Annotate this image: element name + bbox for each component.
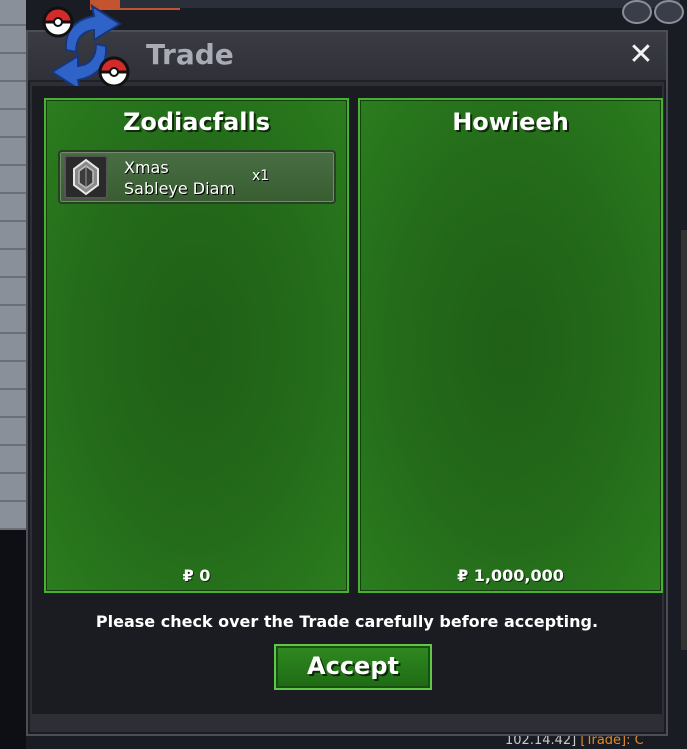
background-hud-button[interactable] bbox=[622, 0, 652, 24]
background-hud-close-button[interactable] bbox=[654, 0, 684, 24]
window-title: Trade bbox=[146, 38, 234, 71]
accept-button[interactable]: Accept bbox=[274, 644, 432, 690]
item-icon-slot bbox=[64, 155, 108, 199]
trade-warning-text: Please check over the Trade carefully be… bbox=[95, 612, 599, 631]
trade-item-card[interactable]: Xmas Sableye Diam x1 bbox=[58, 150, 336, 204]
background-building-wall bbox=[0, 0, 26, 530]
player-name-right: Howieeh bbox=[452, 108, 569, 136]
item-quantity: x1 bbox=[252, 168, 270, 184]
offer-panel-zodiacfalls: Zodiacfalls Xmas Sableye Diam x1 ₽ 0 bbox=[44, 98, 349, 593]
offer-panel-howieeh: Howieeh ₽ 1,000,000 bbox=[358, 98, 663, 593]
background-right-edge bbox=[681, 230, 687, 650]
background-ground bbox=[0, 530, 26, 749]
player-name-left: Zodiacfalls bbox=[122, 108, 271, 136]
trade-content: Zodiacfalls Xmas Sableye Diam x1 ₽ 0 How… bbox=[32, 86, 663, 714]
trade-window: Trade ✕ Zodiacfalls Xmas Sableye Diam x1… bbox=[26, 3, 668, 736]
trade-swap-icon bbox=[42, 3, 130, 93]
money-offer-right: ₽ 1,000,000 bbox=[457, 566, 564, 585]
background-top-bar bbox=[120, 0, 680, 8]
money-offer-left: ₽ 0 bbox=[182, 566, 211, 585]
close-button[interactable]: ✕ bbox=[626, 38, 656, 72]
gem-icon bbox=[73, 158, 99, 196]
